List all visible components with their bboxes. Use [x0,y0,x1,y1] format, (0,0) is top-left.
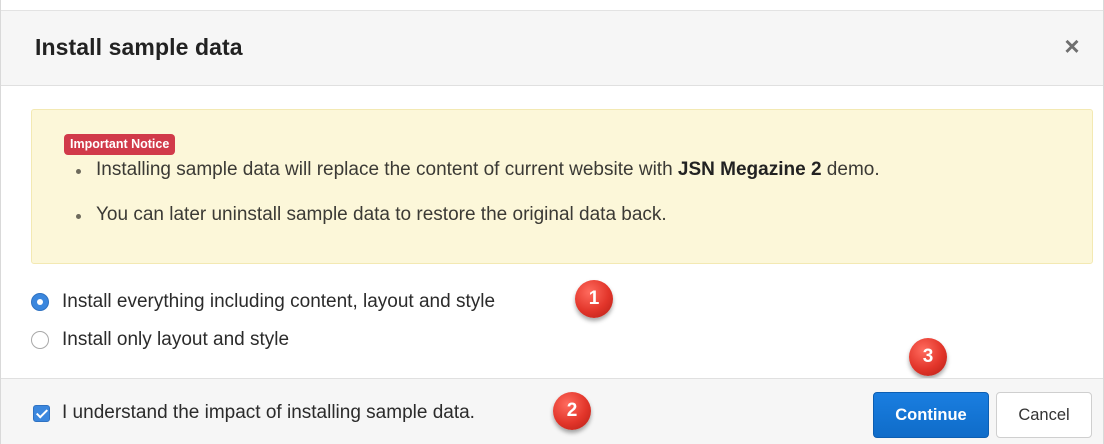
option-label: Install only layout and style [62,329,290,350]
notice-item-uninstall: You can later uninstall sample data to r… [72,203,1062,227]
radio-icon[interactable] [31,293,49,311]
step-marker-3: 3 [909,338,947,376]
important-notice-box: Important Notice Installing sample data … [31,109,1093,264]
option-install-everything[interactable]: Install everything including content, la… [31,289,495,315]
notice-item-text-suffix: demo. [821,159,880,180]
dialog-header: Install sample data × [1,10,1103,86]
bullet-icon [76,214,81,219]
install-sample-data-dialog: Install sample data × Important Notice I… [0,0,1104,444]
notice-list: Installing sample data will replace the … [72,158,1062,227]
agree-label: I understand the impact of installing sa… [62,402,475,423]
template-name: JSN Megazine 2 [677,159,822,180]
notice-item-replace-content: Installing sample data will replace the … [72,158,1062,182]
close-icon[interactable]: × [1061,33,1083,59]
dialog-title: Install sample data [35,34,243,60]
important-notice-badge: Important Notice [64,134,176,155]
notice-item-text: You can later uninstall sample data to r… [96,204,667,225]
step-marker-1: 1 [575,280,613,318]
option-install-layout-only[interactable]: Install only layout and style [31,327,289,353]
continue-button[interactable]: Continue [873,392,989,438]
cancel-button[interactable]: Cancel [996,392,1092,438]
agree-checkbox-row[interactable]: I understand the impact of installing sa… [33,402,475,424]
step-marker-2: 2 [553,392,591,430]
bullet-icon [76,169,81,174]
dialog-footer: I understand the impact of installing sa… [1,378,1103,444]
option-label: Install everything including content, la… [62,291,496,312]
checkbox-icon[interactable] [33,404,50,422]
radio-icon[interactable] [31,331,49,349]
notice-item-text: Installing sample data will replace the … [96,159,678,180]
